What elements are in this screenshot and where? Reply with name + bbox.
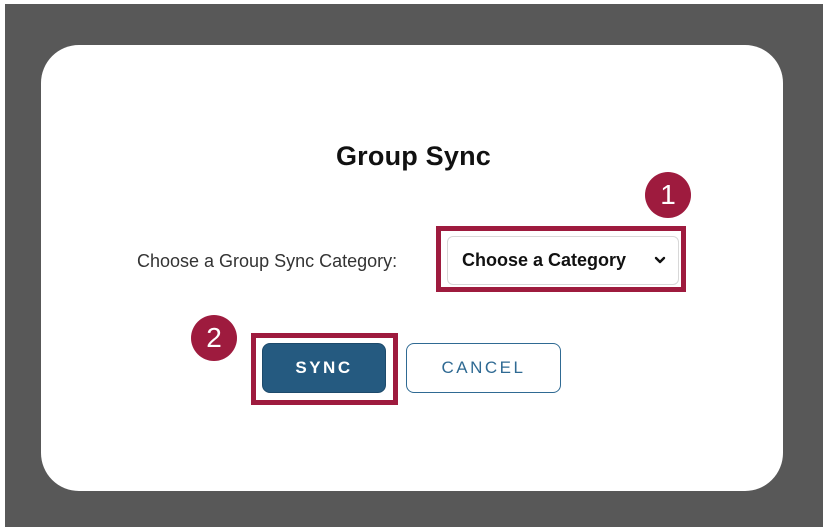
chevron-down-icon <box>654 256 666 264</box>
sync-button[interactable]: SYNC <box>262 343 386 393</box>
screen: Group Sync Choose a Group Sync Category:… <box>0 0 827 530</box>
dialog-title: Group Sync <box>335 141 492 171</box>
category-label: Choose a Group Sync Category: <box>137 251 398 271</box>
step-badge-1: 1 <box>645 172 691 218</box>
category-select[interactable]: Choose a Category <box>447 236 679 285</box>
category-select-value: Choose a Category <box>462 250 627 270</box>
step-badge-2: 2 <box>191 315 237 361</box>
cancel-button[interactable]: CANCEL <box>406 343 561 393</box>
